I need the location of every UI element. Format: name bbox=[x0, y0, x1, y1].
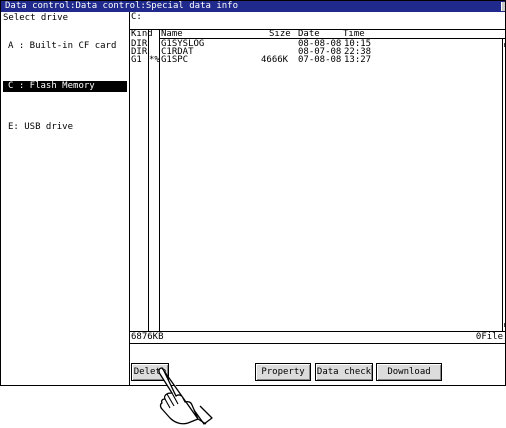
pointing-hand-icon bbox=[158, 367, 213, 425]
drive-item-label: E: USB drive bbox=[8, 122, 74, 132]
file-list[interactable]: Kind Name Size Date Time DIR G1SYSLOG 08… bbox=[130, 29, 505, 332]
title-bar-end-marker bbox=[501, 2, 505, 11]
file-flag: *% bbox=[149, 55, 160, 65]
file-row[interactable]: G1 *% G1SPC 4666K 07-08-08 13:27 bbox=[130, 55, 500, 65]
file-count: 0File bbox=[475, 332, 503, 342]
drive-item-label: C : Flash Memory bbox=[8, 81, 95, 91]
column-header-name: Name bbox=[161, 29, 183, 39]
column-header-size: Size bbox=[269, 29, 291, 39]
footer-divider bbox=[130, 343, 505, 344]
drive-panel-heading: Select drive bbox=[3, 13, 69, 23]
drive-item-a[interactable]: A : Built-in CF card bbox=[3, 41, 127, 52]
file-date: 07-08-08 bbox=[298, 55, 342, 65]
column-header-date: Date bbox=[298, 29, 320, 39]
download-button[interactable]: Download bbox=[376, 363, 442, 381]
drive-select-panel: Select drive A : Built-in CF card C : Fl… bbox=[1, 12, 130, 385]
column-header-kind: Kind bbox=[131, 29, 153, 39]
data-control-screen: Data control:Data control:Special data i… bbox=[0, 0, 506, 386]
title-bar: Data control:Data control:Special data i… bbox=[1, 1, 505, 12]
drive-item-label: A : Built-in CF card bbox=[8, 41, 117, 51]
drive-item-c[interactable]: C : Flash Memory bbox=[3, 81, 127, 92]
window-title: Data control:Data control:Special data i… bbox=[5, 1, 238, 11]
file-list-scrollbar[interactable] bbox=[502, 39, 505, 331]
current-path: C: bbox=[131, 12, 142, 22]
drive-item-e[interactable]: E: USB drive bbox=[3, 122, 127, 133]
property-button[interactable]: Property bbox=[255, 363, 311, 381]
data-check-button[interactable]: Data check bbox=[315, 363, 373, 381]
file-name: G1SPC bbox=[161, 55, 189, 65]
column-divider bbox=[159, 30, 160, 331]
column-header-time: Time bbox=[343, 29, 365, 39]
file-size: 4666K bbox=[261, 55, 289, 65]
column-divider bbox=[148, 30, 149, 331]
free-space: 6876KB bbox=[131, 332, 164, 342]
file-time: 13:27 bbox=[344, 55, 372, 65]
file-kind: G1 bbox=[131, 55, 142, 65]
